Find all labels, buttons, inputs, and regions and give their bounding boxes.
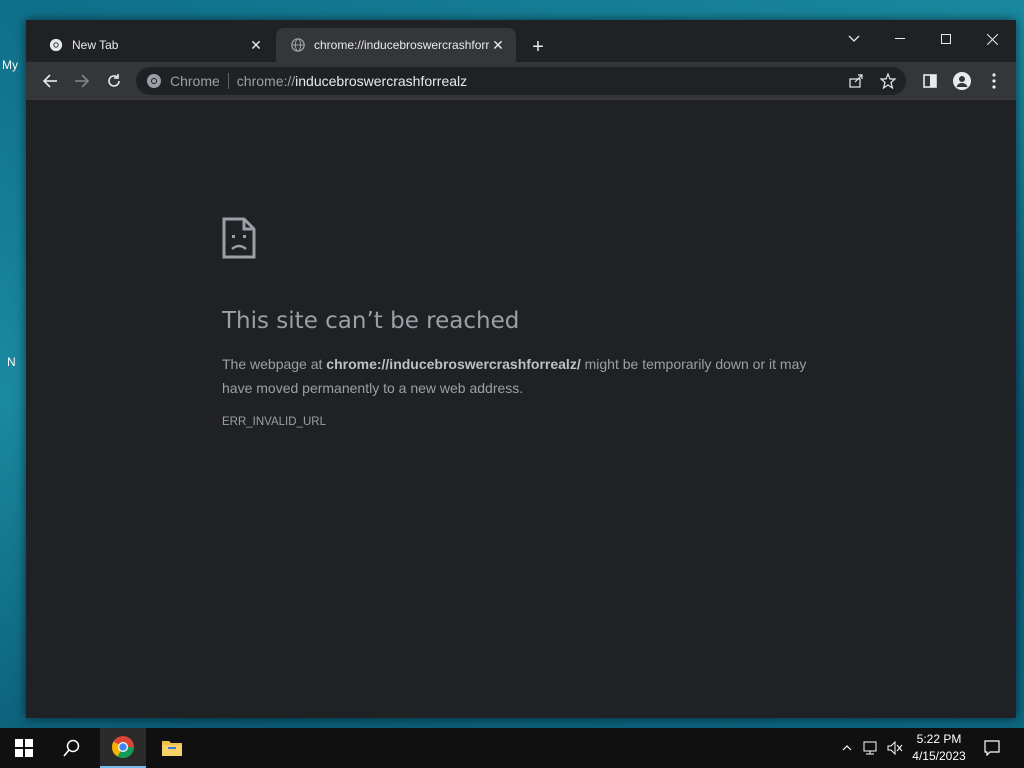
windows-start-icon[interactable] — [0, 728, 48, 768]
minimize-icon[interactable] — [878, 24, 922, 54]
error-title: This site can’t be reached — [222, 308, 520, 334]
omnibox-divider — [227, 73, 229, 89]
side-panel-icon[interactable] — [916, 67, 944, 95]
new-tab-button[interactable]: + — [526, 35, 550, 59]
volume-muted-icon[interactable] — [884, 728, 906, 768]
forward-arrow-icon[interactable] — [68, 67, 96, 95]
tab-title: chrome://inducebroswercrashforrealz/ — [314, 38, 490, 52]
chrome-icon — [48, 37, 64, 53]
back-arrow-icon[interactable] — [36, 67, 64, 95]
tab-close-icon[interactable]: ✕ — [490, 37, 506, 53]
error-url: chrome://inducebroswercrashforrealz/ — [326, 356, 581, 372]
clock-time: 5:22 PM — [916, 732, 962, 746]
menu-kebab-icon[interactable] — [980, 67, 1008, 95]
chevron-down-icon[interactable] — [832, 24, 876, 54]
notification-icon[interactable] — [978, 728, 1006, 768]
error-description: The webpage at chrome://inducebroswercra… — [222, 352, 832, 400]
globe-icon — [290, 37, 306, 53]
sad-page-icon — [222, 217, 256, 259]
chrome-icon[interactable] — [100, 728, 146, 768]
site-info-chip[interactable]: Chrome — [146, 73, 220, 89]
chrome-icon — [146, 73, 162, 89]
address-bar[interactable]: Chrome chrome://inducebroswercrashforrea… — [136, 67, 906, 95]
profile-icon[interactable] — [948, 67, 976, 95]
star-icon[interactable] — [874, 67, 902, 95]
taskbar: 5:22 PM 4/15/2023 — [0, 728, 1024, 768]
close-icon[interactable] — [970, 24, 1014, 54]
tab-new-tab[interactable]: New Tab ✕ — [34, 28, 274, 62]
tab-title: New Tab — [72, 38, 119, 52]
reload-icon[interactable] — [100, 67, 128, 95]
page-content: This site can’t be reached The webpage a… — [26, 100, 1016, 718]
browser-toolbar: Chrome chrome://inducebroswercrashforrea… — [26, 62, 1016, 100]
desktop-icon-label: N — [7, 355, 16, 369]
search-icon[interactable] — [48, 728, 96, 768]
error-body-prefix: The webpage at — [222, 356, 327, 372]
network-icon[interactable] — [860, 728, 882, 768]
chevron-up-icon[interactable] — [838, 728, 856, 768]
tab-strip: New Tab ✕ chrome://inducebroswercrashfor… — [26, 20, 1016, 62]
url-host: inducebroswercrashforrealz — [295, 73, 468, 89]
system-clock[interactable]: 5:22 PM 4/15/2023 — [906, 731, 972, 765]
share-icon[interactable] — [842, 67, 870, 95]
tab-active[interactable]: chrome://inducebroswercrashforrealz/ ✕ — [276, 28, 516, 62]
desktop-icon-label: My — [2, 58, 18, 72]
clock-date: 4/15/2023 — [912, 749, 966, 763]
maximize-icon[interactable] — [924, 24, 968, 54]
error-code: ERR_INVALID_URL — [222, 416, 326, 428]
url-scheme: chrome:// — [236, 73, 296, 89]
file-explorer-icon[interactable] — [148, 728, 196, 768]
chip-label: Chrome — [170, 73, 220, 89]
browser-window: New Tab ✕ chrome://inducebroswercrashfor… — [26, 20, 1016, 718]
tab-close-icon[interactable]: ✕ — [248, 37, 264, 53]
